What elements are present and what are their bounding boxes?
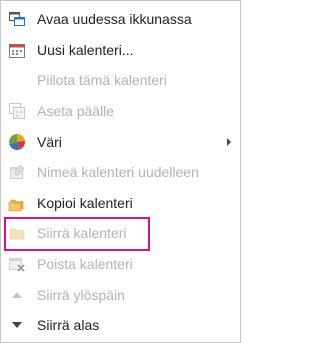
move-up-icon (8, 286, 26, 304)
menu-item-move-up[interactable]: Siirrä ylöspäin (1, 279, 240, 310)
menu-item-label: Piilota tämä kalenteri (37, 72, 167, 89)
copy-folder-icon (8, 194, 26, 212)
menu-item-delete-calendar[interactable]: Poista kalenteri (1, 249, 240, 280)
new-calendar-icon (8, 41, 26, 59)
menu-item-copy-calendar[interactable]: Kopioi kalenteri (1, 188, 240, 219)
menu-item-hide-calendar[interactable]: Piilota tämä kalenteri (1, 65, 240, 96)
menu-item-label: Siirrä ylöspäin (37, 286, 125, 303)
rename-icon (8, 163, 26, 181)
submenu-arrow-icon (227, 137, 231, 146)
menu-item-move-down[interactable]: Siirrä alas (1, 310, 240, 341)
menu-item-label: Uusi kalenteri... (37, 41, 134, 58)
menu-item-rename-calendar[interactable]: Nimeä kalenteri uudelleen (1, 157, 240, 188)
move-folder-icon (8, 224, 26, 242)
menu-item-overlay[interactable]: Aseta päälle (1, 96, 240, 127)
calendar-context-menu: Avaa uudessa ikkunassa Uusi kalenteri...… (0, 0, 241, 343)
menu-item-move-calendar[interactable]: Siirrä kalenteri (1, 218, 240, 249)
menu-item-label: Siirrä kalenteri (37, 225, 127, 242)
menu-item-label: Siirrä alas (37, 317, 100, 334)
menu-item-label: Kopioi kalenteri (37, 194, 133, 211)
menu-item-label: Väri (37, 133, 62, 150)
menu-item-color[interactable]: Väri (1, 126, 240, 157)
overlay-icon (8, 102, 26, 120)
menu-item-label: Aseta päälle (37, 103, 115, 120)
menu-item-new-calendar[interactable]: Uusi kalenteri... (1, 35, 240, 66)
move-down-icon (8, 316, 26, 334)
menu-item-open-new-window[interactable]: Avaa uudessa ikkunassa (1, 4, 240, 35)
delete-calendar-icon (8, 255, 26, 273)
menu-item-label: Avaa uudessa ikkunassa (37, 11, 192, 28)
new-window-icon (8, 10, 26, 28)
color-icon (8, 133, 26, 151)
menu-item-label: Nimeä kalenteri uudelleen (37, 164, 199, 181)
menu-item-label: Poista kalenteri (37, 256, 133, 273)
